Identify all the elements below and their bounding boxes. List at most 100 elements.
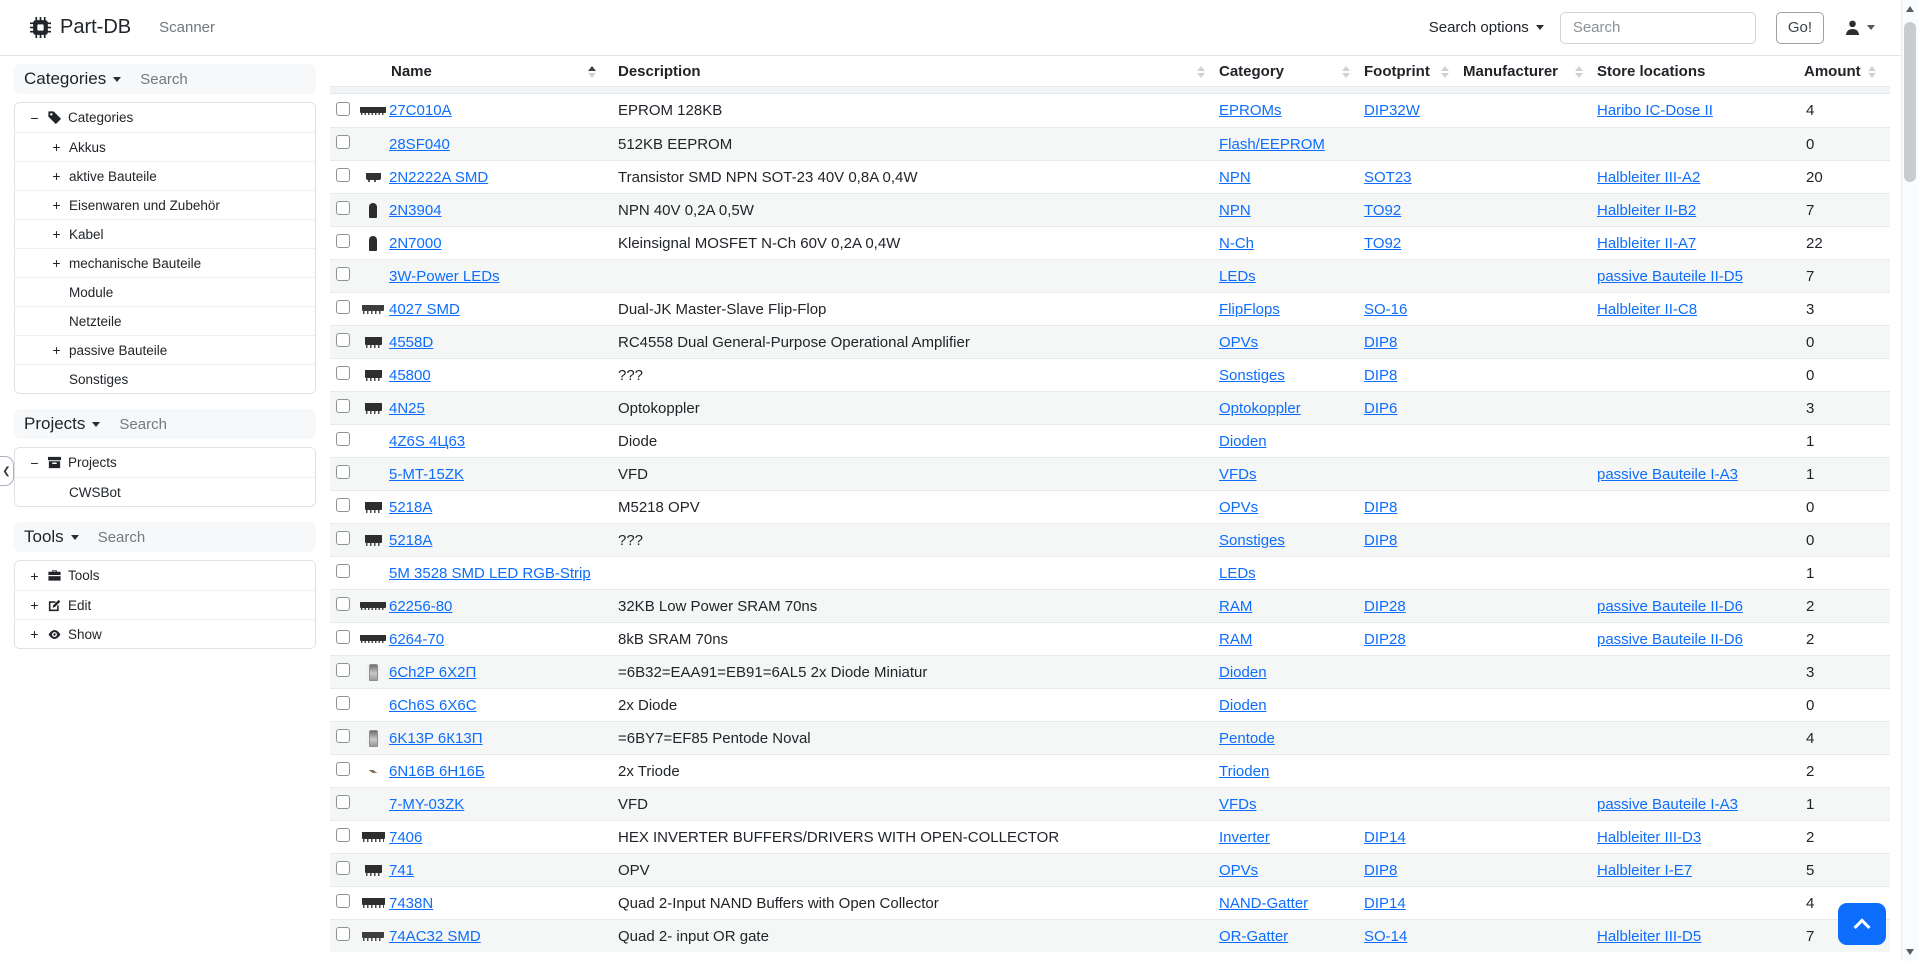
- column-header-footprint[interactable]: Footprint: [1364, 57, 1463, 86]
- category-link[interactable]: Sonstiges: [1219, 532, 1285, 549]
- sort-arrows-icon[interactable]: [1868, 66, 1876, 78]
- expand-icon[interactable]: +: [50, 197, 63, 213]
- row-checkbox[interactable]: [336, 168, 350, 182]
- go-button[interactable]: Go!: [1776, 12, 1824, 44]
- part-name-link[interactable]: 5218A: [389, 499, 432, 516]
- part-name-link[interactable]: 4N25: [389, 400, 425, 417]
- row-checkbox[interactable]: [336, 795, 350, 809]
- footprint-link[interactable]: DIP8: [1364, 499, 1397, 516]
- part-name-link[interactable]: 5M 3528 SMD LED RGB-Strip: [389, 565, 591, 582]
- expand-icon[interactable]: +: [28, 597, 41, 613]
- row-checkbox[interactable]: [336, 762, 350, 776]
- search-options-dropdown[interactable]: Search options: [1429, 19, 1544, 36]
- nav-item-scanner[interactable]: Scanner: [159, 19, 215, 36]
- part-name-link[interactable]: 4027 SMD: [389, 301, 460, 318]
- category-link[interactable]: Pentode: [1219, 730, 1275, 747]
- category-link[interactable]: Dioden: [1219, 433, 1267, 450]
- part-name-link[interactable]: 2N7000: [389, 235, 442, 252]
- part-name-link[interactable]: 27C010A: [389, 102, 452, 119]
- footprint-link[interactable]: TO92: [1364, 202, 1401, 219]
- footprint-link[interactable]: TO92: [1364, 235, 1401, 252]
- footprint-link[interactable]: SO-16: [1364, 301, 1407, 318]
- expand-icon[interactable]: +: [50, 168, 63, 184]
- part-name-link[interactable]: 7438N: [389, 895, 433, 912]
- store-location-link[interactable]: Halbleiter I-E7: [1597, 862, 1692, 879]
- sort-arrows-icon[interactable]: [1441, 66, 1449, 78]
- category-link[interactable]: NPN: [1219, 169, 1251, 186]
- scrollbar-thumb[interactable]: [1904, 22, 1916, 182]
- category-link[interactable]: Sonstiges: [1219, 367, 1285, 384]
- expand-icon[interactable]: +: [28, 626, 41, 642]
- part-name-link[interactable]: 7-MY-03ZK: [389, 796, 464, 813]
- store-location-link[interactable]: passive Bauteile II-D6: [1597, 598, 1743, 615]
- part-name-link[interactable]: 3W-Power LEDs: [389, 268, 500, 285]
- footprint-link[interactable]: SO-14: [1364, 928, 1407, 945]
- expand-icon[interactable]: +: [28, 568, 41, 584]
- part-name-link[interactable]: 6Ch6S 6X6C: [389, 697, 477, 714]
- tree-item-cwsbot[interactable]: CWSBot: [15, 477, 315, 506]
- store-location-link[interactable]: passive Bauteile I-A3: [1597, 466, 1738, 483]
- search-input[interactable]: [1560, 12, 1756, 44]
- category-link[interactable]: VFDs: [1219, 466, 1257, 483]
- footprint-link[interactable]: DIP28: [1364, 631, 1406, 648]
- row-checkbox[interactable]: [336, 927, 350, 941]
- category-link[interactable]: OPVs: [1219, 499, 1258, 516]
- category-link[interactable]: Trioden: [1219, 763, 1269, 780]
- tree-item-kabel[interactable]: +Kabel: [15, 219, 315, 248]
- category-link[interactable]: Flash/EEPROM: [1219, 136, 1325, 153]
- footprint-link[interactable]: DIP14: [1364, 829, 1406, 846]
- column-header-description[interactable]: Description: [618, 57, 1219, 86]
- row-checkbox[interactable]: [336, 729, 350, 743]
- projects-search-input[interactable]: [119, 416, 269, 433]
- footprint-link[interactable]: DIP8: [1364, 334, 1397, 351]
- scrollbar-down-arrow[interactable]: [1906, 949, 1914, 955]
- row-checkbox[interactable]: [336, 663, 350, 677]
- row-checkbox[interactable]: [336, 828, 350, 842]
- projects-dropdown[interactable]: Projects: [24, 414, 100, 434]
- user-menu[interactable]: [1844, 19, 1875, 36]
- part-name-link[interactable]: 6264-70: [389, 631, 444, 648]
- part-name-link[interactable]: 62256-80: [389, 598, 452, 615]
- category-link[interactable]: OR-Gatter: [1219, 928, 1288, 945]
- category-link[interactable]: LEDs: [1219, 565, 1256, 582]
- store-location-link[interactable]: Haribo IC-Dose II: [1597, 102, 1713, 119]
- app-logo[interactable]: Part-DB: [30, 16, 131, 39]
- row-checkbox[interactable]: [336, 630, 350, 644]
- tree-item-netzteile[interactable]: Netzteile: [15, 306, 315, 335]
- row-checkbox[interactable]: [336, 267, 350, 281]
- collapse-icon[interactable]: −: [28, 455, 41, 471]
- part-name-link[interactable]: 6Ch2P 6X2П: [389, 664, 476, 681]
- tree-item-passive-bauteile[interactable]: +passive Bauteile: [15, 335, 315, 364]
- category-link[interactable]: NPN: [1219, 202, 1251, 219]
- collapse-icon[interactable]: −: [28, 110, 41, 126]
- row-checkbox[interactable]: [336, 234, 350, 248]
- row-checkbox[interactable]: [336, 696, 350, 710]
- tree-item-tools[interactable]: +Tools: [15, 561, 315, 590]
- sort-arrows-icon[interactable]: [1342, 66, 1350, 78]
- footprint-link[interactable]: DIP8: [1364, 367, 1397, 384]
- category-link[interactable]: VFDs: [1219, 796, 1257, 813]
- row-checkbox[interactable]: [336, 201, 350, 215]
- tree-item-aktive-bauteile[interactable]: +aktive Bauteile: [15, 161, 315, 190]
- category-link[interactable]: Inverter: [1219, 829, 1270, 846]
- category-link[interactable]: RAM: [1219, 598, 1252, 615]
- footprint-link[interactable]: DIP8: [1364, 862, 1397, 879]
- store-location-link[interactable]: Halbleiter III-D3: [1597, 829, 1701, 846]
- category-link[interactable]: Dioden: [1219, 697, 1267, 714]
- tree-item-projects[interactable]: −Projects: [15, 448, 315, 477]
- part-name-link[interactable]: 74AC32 SMD: [389, 928, 481, 945]
- store-location-link[interactable]: Halbleiter III-A2: [1597, 169, 1700, 186]
- category-link[interactable]: EPROMs: [1219, 102, 1282, 119]
- store-location-link[interactable]: passive Bauteile II-D6: [1597, 631, 1743, 648]
- part-name-link[interactable]: 5-MT-15ZK: [389, 466, 464, 483]
- expand-icon[interactable]: +: [50, 255, 63, 271]
- footprint-link[interactable]: DIP28: [1364, 598, 1406, 615]
- row-checkbox[interactable]: [336, 531, 350, 545]
- tree-item-categories[interactable]: −Categories: [15, 103, 315, 132]
- category-link[interactable]: FlipFlops: [1219, 301, 1280, 318]
- column-header-amount[interactable]: Amount: [1804, 57, 1890, 86]
- part-name-link[interactable]: 4558D: [389, 334, 433, 351]
- store-location-link[interactable]: Halbleiter II-B2: [1597, 202, 1696, 219]
- sort-arrows-icon[interactable]: [588, 66, 596, 78]
- row-checkbox[interactable]: [336, 333, 350, 347]
